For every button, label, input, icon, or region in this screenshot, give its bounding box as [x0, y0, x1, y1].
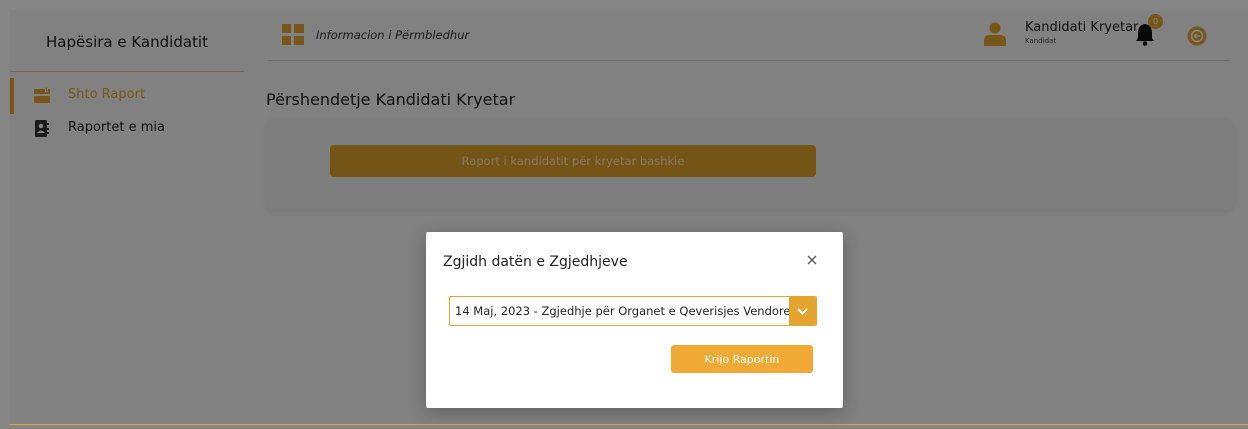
- close-icon[interactable]: [804, 252, 820, 268]
- footer-line: [10, 424, 1248, 425]
- select-value: 14 Maj, 2023 - Zgjedhje për Organet e Qe…: [455, 304, 791, 318]
- dialog-title: Zgjidh datën e Zgjedhjeve: [443, 254, 628, 270]
- create-report-button[interactable]: Krijo Raportin: [671, 345, 813, 373]
- election-date-dialog: Zgjidh datën e Zgjedhjeve 14 Maj, 2023 -…: [426, 232, 843, 408]
- chevron-down-icon[interactable]: [789, 297, 816, 325]
- election-date-select[interactable]: 14 Maj, 2023 - Zgjedhje për Organet e Qe…: [449, 296, 817, 326]
